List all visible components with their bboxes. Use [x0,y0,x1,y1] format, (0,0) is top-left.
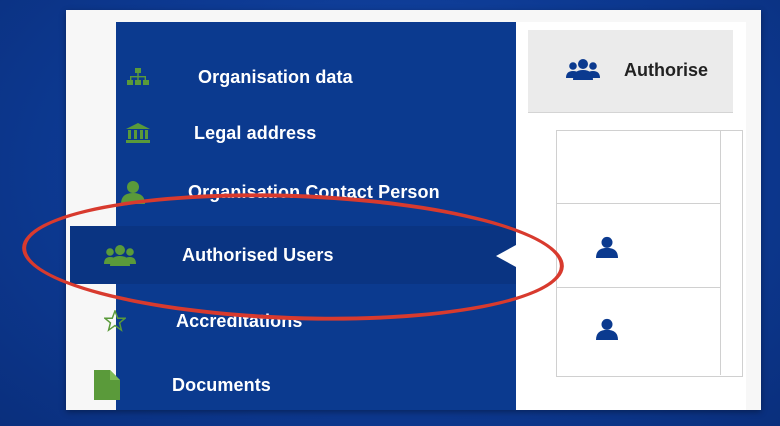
table-header [557,131,721,204]
tab-authorised-users[interactable]: Authorise [624,60,708,81]
sidebar-item-label: Documents [172,374,271,395]
sidebar-item-label: Legal address [194,122,317,143]
users-table [556,130,743,377]
user-icon [596,236,618,258]
user-icon [596,318,618,340]
sidebar-item-documents[interactable]: Documents [70,356,516,414]
users-icon [566,59,600,80]
table-row[interactable] [557,203,721,288]
sidebar-item-legal-address[interactable]: Legal address [116,104,516,162]
sidebar-item-organisation-data[interactable]: Organisation data [116,48,516,106]
bank-icon [126,123,150,143]
sidebar-item-label: Organisation data [198,66,353,87]
sitemap-icon [127,68,149,85]
star-outline-icon [104,310,126,332]
table-row[interactable] [557,287,721,375]
file-icon [94,370,120,400]
